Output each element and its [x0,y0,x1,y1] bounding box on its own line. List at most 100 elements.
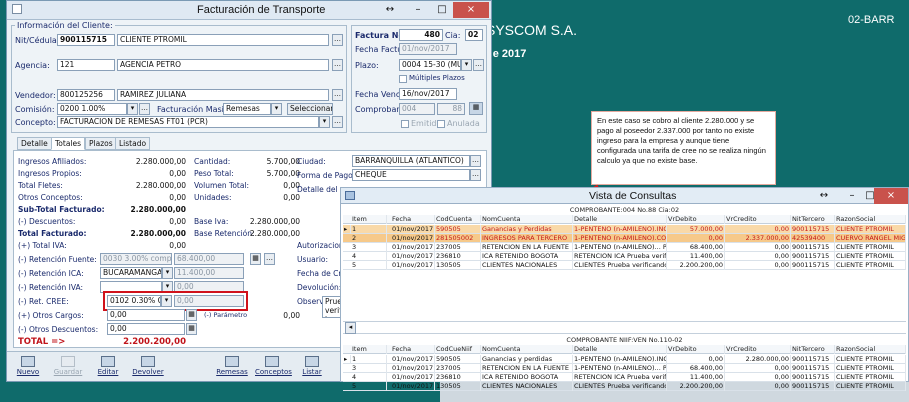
column-header[interactable]: NomCuenta [481,345,573,354]
vendedor-lookup-button[interactable]: … [332,89,343,101]
table-row[interactable]: 5 01/nov/2017 130505 CLIENTES NACIONALES CLI… [343,382,906,391]
restore-icon[interactable]: ↔ [811,188,837,204]
guardar-button[interactable]: Guardar [51,354,85,380]
conceptos-button[interactable]: Conceptos [255,354,292,380]
column-header[interactable]: NitTercero [791,345,835,354]
table-row[interactable]: ▸ 1 01/nov/2017 590505 Ganancias y perdidas 1… [343,355,906,364]
agencia-lookup-button[interactable]: … [332,59,343,71]
tab-plazos[interactable]: Plazos [85,137,117,150]
column-header[interactable]: VrDebito [667,215,725,224]
concepto-dropdown-icon[interactable]: ▾ [319,116,330,128]
comision-dropdown-icon[interactable]: ▾ [127,103,138,115]
otros-cargos-grid-icon[interactable]: ▦ [186,309,197,321]
table-cell: 130505 [435,261,481,270]
ciudad-select[interactable]: BARRANQUILLA (ATLANTICO) [352,155,470,167]
column-header[interactable]: VrCredito [725,345,791,354]
table-row[interactable]: ▸ 1 01/nov/2017 590505 Ganancias y Perdidas 1… [343,225,906,234]
comprobante-number: 88 [437,103,465,115]
restore-icon[interactable]: ↔ [377,2,403,18]
table-cell: 68.400,00 [667,364,725,373]
table-cell: RETENCION ICA Prueba verifi [574,373,667,382]
otros-descuentos-input[interactable]: 0,00 [107,323,185,335]
maximize-button[interactable]: □ [429,2,455,18]
fact-masiva-dropdown-icon[interactable]: ▾ [271,103,282,115]
remesas-button[interactable]: Remesas [215,354,249,380]
ret-ica-dropdown-icon[interactable]: ▾ [162,267,173,279]
table-row[interactable]: 2 01/nov/2017 281505002 INGRESOS PARA TERCE… [343,234,906,243]
table-row[interactable]: 3 01/nov/2017 237005 RETENCION EN LA FUENTE… [343,243,906,252]
ret-fuente-select[interactable]: 0030 3.00% comp [100,253,172,265]
grid1-scrollbar[interactable]: ◂ [343,321,906,334]
plazo-select[interactable]: 0004 15-30 (MULT [399,59,461,71]
comision-lookup-button[interactable]: … [139,103,150,115]
column-header[interactable]: Fecha [391,345,435,354]
comision-select[interactable]: 0200 1.00% [57,103,127,115]
forma-pago-lookup-button[interactable]: … [470,169,481,181]
column-header[interactable]: Item [351,215,387,224]
ret-fuente-value: 68.400,00 [174,253,244,265]
close-button[interactable]: × [874,188,908,204]
column-header[interactable]: VrCredito [725,215,791,224]
cliente-lookup-button[interactable]: … [332,34,343,46]
table-row[interactable]: 3 01/nov/2017 237005 RETENCION EN LA FUENTE… [343,364,906,373]
fact-masiva-select[interactable]: Remesas [223,103,271,115]
column-header[interactable]: CodCueNiif [435,345,481,354]
table-row[interactable]: 4 01/nov/2017 236810 ICA RETENIDO BOGOTA RET… [343,252,906,261]
multiples-plazos-checkbox[interactable] [399,75,407,83]
tab-listado[interactable]: Listado [115,137,151,150]
column-header[interactable]: Detalle [573,345,667,354]
ret-fuente-lookup-button[interactable]: … [264,253,275,265]
column-header[interactable]: NitTercero [791,215,835,224]
column-header[interactable]: CodCuenta [435,215,481,224]
base-iva-value: 2.280.000,00 [249,217,300,226]
concepto-select[interactable]: FACTURACION DE REMESAS FT01 (PCR) [57,116,319,128]
forma-pago-select[interactable]: CHEQUE [352,169,470,181]
cia-input[interactable]: 02 [465,29,483,41]
table-cell: 1 [351,225,387,234]
plazo-dropdown-icon[interactable]: ▾ [461,59,472,71]
listar-button[interactable]: Listar [295,354,329,380]
table-cell: 2 [351,234,387,243]
column-header[interactable]: Item [351,345,387,354]
comprobante-input: 004 [399,103,435,115]
seleccionar-button[interactable]: Seleccionar [287,103,333,115]
grid-view-icon[interactable]: ▦ [469,102,483,115]
table-cell: 1 [351,355,387,364]
column-header[interactable]: NomCuenta [481,215,573,224]
column-header[interactable]: Detalle [573,215,667,224]
table-cell: CLIENTE PTROMIL [835,261,906,270]
table-cell: RETENCION ICA Prueba verifi [574,252,667,261]
factura-no-input[interactable]: 480 [399,29,443,41]
tab-detalle[interactable]: Detalle [17,137,52,150]
table-cell: 01/nov/2017 [392,234,435,243]
agencia-code-input[interactable]: 121 [57,59,115,71]
ret-fuente-grid-icon[interactable]: ▦ [250,253,261,265]
table-row[interactable]: 5 01/nov/2017 130505 CLIENTES NACIONALES CLI… [343,261,906,270]
otros-descuentos-grid-icon[interactable]: ▦ [186,323,197,335]
otros-cargos-input[interactable]: 0,00 [107,309,185,321]
column-header[interactable]: Fecha [391,215,435,224]
plazo-lookup-button[interactable]: … [473,59,484,71]
vendedor-code-input[interactable]: 800125256 [57,89,115,101]
ret-ica-select[interactable]: BUCARAMANGA (S [100,267,162,279]
window-title: Facturación de Transporte [197,4,326,16]
table-cell: 900115715 [791,355,835,364]
column-header[interactable]: RazonSocial [835,345,906,354]
minimize-button[interactable]: – [405,2,431,18]
column-header[interactable]: VrDebito [667,345,725,354]
table-cell: 1-PENTENO (n-AMILENO)... Pr [574,243,667,252]
table-row[interactable]: 4 01/nov/2017 236810 ICA RETENIDO BOGOTA RET… [343,373,906,382]
tab-totales[interactable]: Totales [51,137,86,150]
concepto-lookup-button[interactable]: … [332,116,343,128]
devolver-button[interactable]: Devolver [131,354,165,380]
editar-button[interactable]: Editar [91,354,125,380]
nit-input[interactable]: 900115715 [57,34,115,46]
nuevo-button[interactable]: Nuevo [11,354,45,380]
column-header[interactable]: RazonSocial [835,215,906,224]
ciudad-lookup-button[interactable]: … [470,155,481,167]
fecha-factura-input[interactable]: 01/nov/2017 [399,43,457,55]
scroll-left-icon[interactable]: ◂ [345,322,356,334]
table-cell: 57.000,00 [667,225,725,234]
close-button[interactable]: × [453,2,489,18]
fecha-vence-input[interactable]: 16/nov/2017 [399,88,457,100]
